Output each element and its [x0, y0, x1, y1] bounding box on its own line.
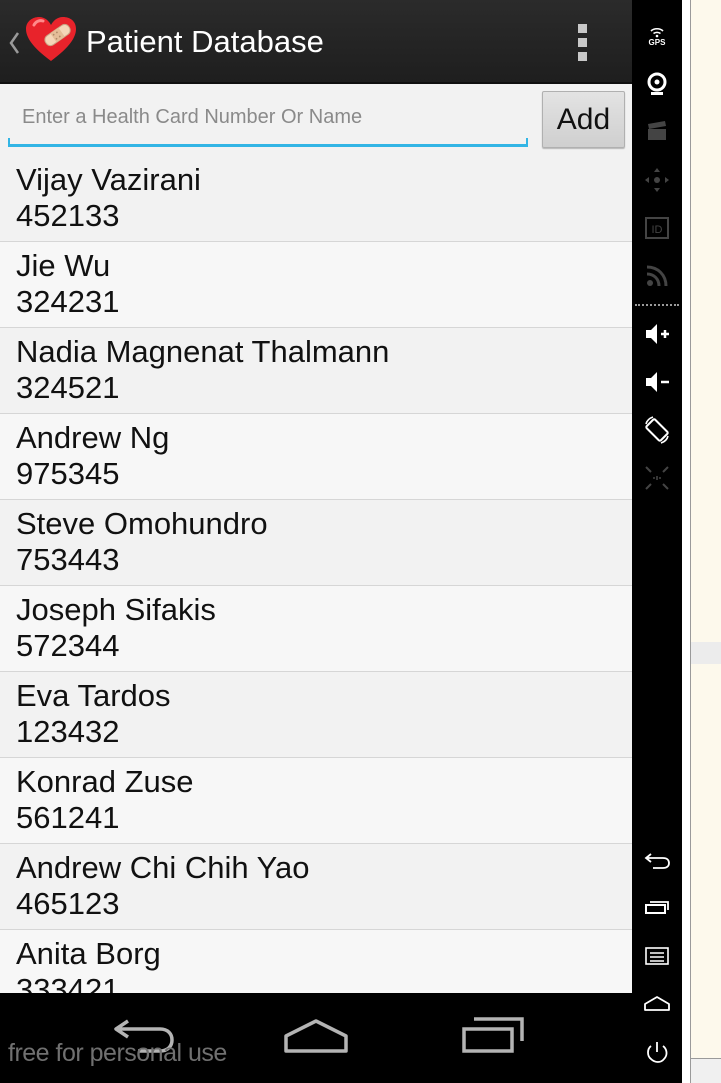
gps-label: GPS: [649, 38, 667, 47]
volume-up-icon[interactable]: [641, 318, 673, 350]
home-icon[interactable]: [276, 1011, 356, 1061]
patient-health-card-number: 333421: [16, 972, 120, 993]
up-caret-icon[interactable]: [6, 26, 22, 60]
volume-down-icon[interactable]: [641, 366, 673, 398]
rss-icon[interactable]: [641, 260, 673, 292]
patient-row[interactable]: Andrew Ng 975345: [0, 414, 632, 500]
patient-health-card-number: 324521: [16, 370, 120, 405]
patient-row[interactable]: Vijay Vazirani 452133: [0, 156, 632, 242]
patient-health-card-number: 561241: [16, 800, 120, 835]
device-screen: Patient Database Add Vijay Vazirani 4521…: [0, 0, 632, 1083]
app-title: Patient Database: [86, 24, 324, 59]
patient-health-card-number: 753443: [16, 542, 120, 577]
host-panel: [690, 0, 721, 1058]
search-input-underline: [8, 138, 528, 147]
power-icon[interactable]: [641, 1036, 673, 1068]
patient-row[interactable]: Nadia Magnenat Thalmann 324521: [0, 328, 632, 414]
emulator-toolbar: GPS ID: [632, 0, 682, 1083]
watermark-text: free for personal use: [8, 1039, 227, 1067]
patient-row[interactable]: Joseph Sifakis 572344: [0, 586, 632, 672]
host-panel-footer: [690, 1058, 721, 1083]
webcam-icon[interactable]: [641, 68, 673, 100]
menu-icon[interactable]: [641, 940, 673, 972]
search-input[interactable]: [8, 99, 528, 135]
add-button[interactable]: Add: [542, 91, 625, 148]
patient-row[interactable]: Andrew Chi Chih Yao 465123: [0, 844, 632, 930]
host-window-edge: [682, 0, 721, 1083]
toolbar-divider: [635, 304, 679, 306]
patient-list[interactable]: Vijay Vazirani 452133 Jie Wu 324231 Nadi…: [0, 156, 632, 993]
patient-row[interactable]: Konrad Zuse 561241: [0, 758, 632, 844]
patient-health-card-number: 324231: [16, 284, 120, 319]
patient-name: Nadia Magnenat Thalmann: [16, 334, 390, 369]
patient-health-card-number: 975345: [16, 456, 120, 491]
rotate-icon[interactable]: [641, 414, 673, 446]
patient-name: Joseph Sifakis: [16, 592, 216, 627]
patient-row[interactable]: Eva Tardos 123432: [0, 672, 632, 758]
heart-bandage-icon[interactable]: [24, 16, 78, 64]
navigation-bar: [0, 993, 632, 1083]
patient-name: Steve Omohundro: [16, 506, 268, 541]
action-bar: Patient Database: [0, 0, 632, 84]
patient-name: Andrew Chi Chih Yao: [16, 850, 310, 885]
overflow-menu-icon[interactable]: [568, 20, 596, 64]
patient-name: Andrew Ng: [16, 420, 170, 455]
patient-row[interactable]: Jie Wu 324231: [0, 242, 632, 328]
patient-name: Eva Tardos: [16, 678, 171, 713]
gps-icon[interactable]: GPS: [641, 22, 673, 54]
id-icon[interactable]: ID: [641, 212, 673, 244]
home-icon[interactable]: [641, 988, 673, 1020]
patient-health-card-number: 465123: [16, 886, 120, 921]
patient-name: Vijay Vazirani: [16, 162, 201, 197]
patient-name: Konrad Zuse: [16, 764, 194, 799]
id-label: ID: [652, 224, 663, 236]
pixel-perfect-icon[interactable]: [641, 462, 673, 494]
patient-health-card-number: 572344: [16, 628, 120, 663]
patient-health-card-number: 123432: [16, 714, 120, 749]
patient-name: Jie Wu: [16, 248, 111, 283]
patient-name: Anita Borg: [16, 936, 161, 971]
patient-health-card-number: 452133: [16, 198, 120, 233]
host-panel-band: [691, 642, 721, 664]
recents-icon[interactable]: [641, 892, 673, 924]
back-icon[interactable]: [641, 844, 673, 876]
dpad-icon[interactable]: [641, 164, 673, 196]
movie-icon[interactable]: [641, 116, 673, 148]
recents-icon[interactable]: [452, 1011, 532, 1061]
patient-row[interactable]: Anita Borg 333421: [0, 930, 632, 993]
patient-row[interactable]: Steve Omohundro 753443: [0, 500, 632, 586]
